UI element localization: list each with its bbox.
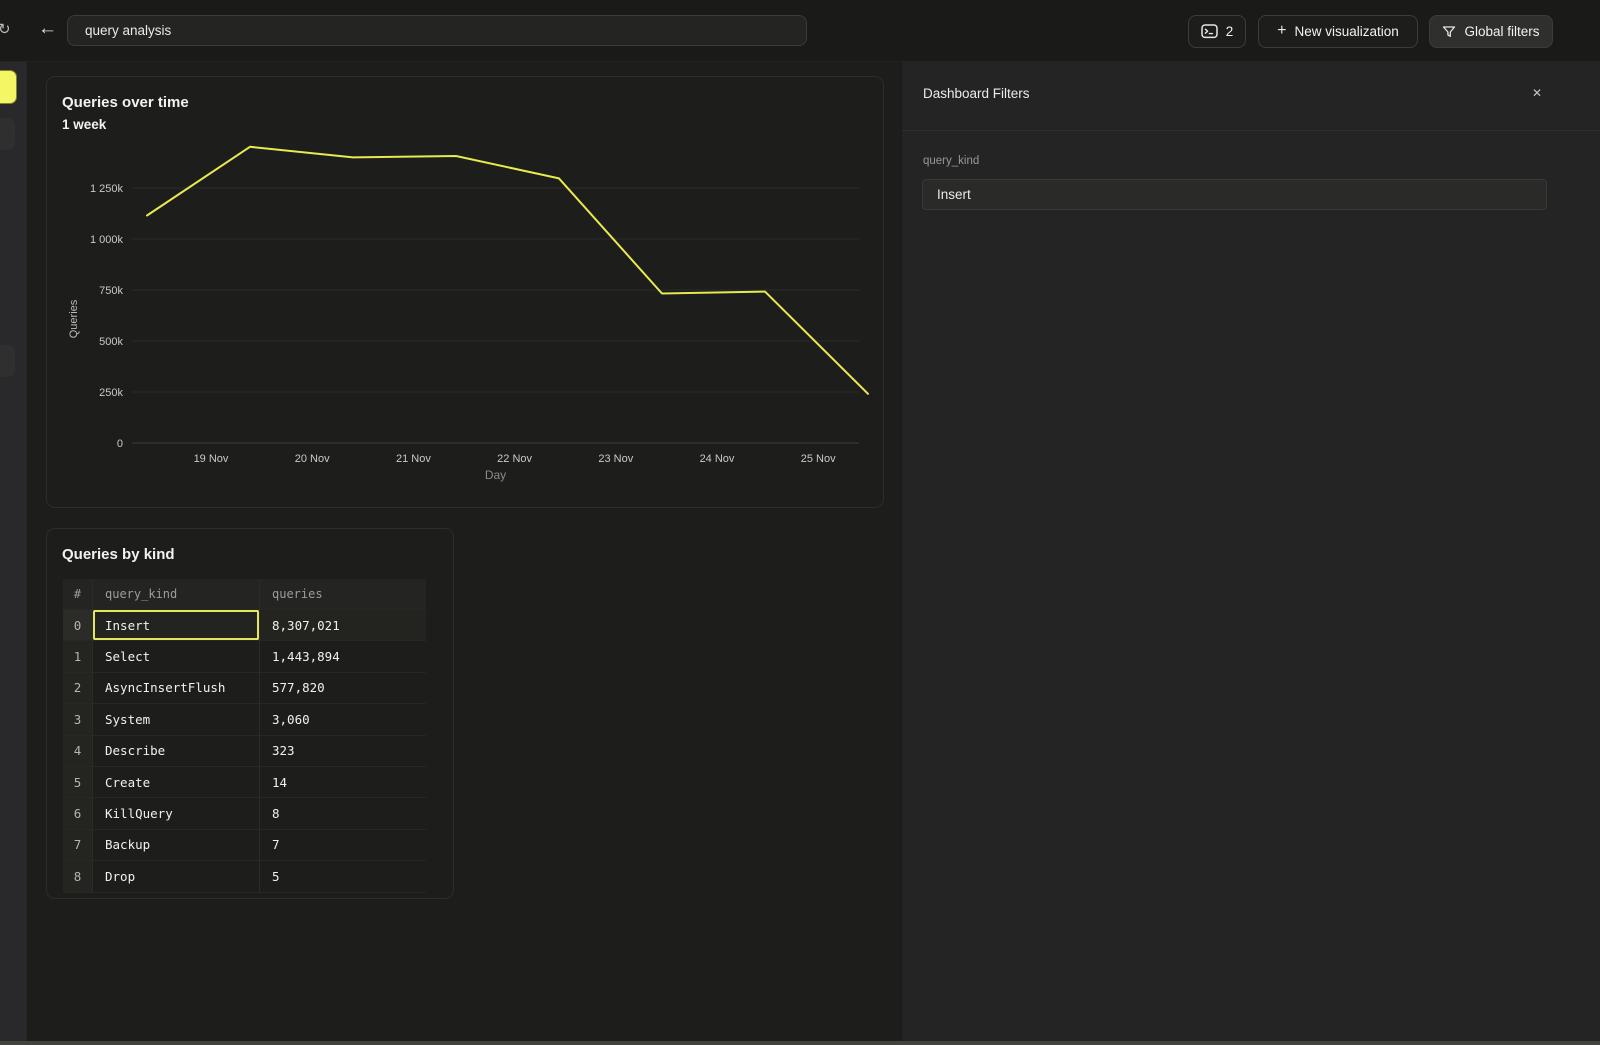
table-row[interactable]: 5Create14	[63, 767, 426, 798]
sidebar-item[interactable]	[0, 345, 15, 377]
dashboard-filters-panel: Dashboard Filters ✕ query_kind Insert	[901, 62, 1600, 1045]
filter-icon	[1442, 25, 1456, 39]
table-column-header: #	[63, 579, 93, 609]
query-kind-filter-select[interactable]: Insert	[922, 179, 1547, 210]
queries-count-cell: 8,307,021	[260, 610, 426, 640]
dashboard-canvas: Queries over time 1 week 0 250k 500k 750k 1 …	[28, 62, 901, 1045]
row-index-cell: 3	[63, 704, 93, 734]
queries-table-body: 0Insert8,307,0211Select1,443,8942AsyncIn…	[63, 610, 426, 893]
y-tick-label: 1 250k	[90, 183, 124, 195]
queries-count-cell: 323	[260, 736, 426, 766]
y-tick-label: 500k	[99, 336, 123, 348]
history-icon[interactable]: ↻	[0, 20, 11, 38]
row-index-cell: 2	[63, 673, 93, 703]
query-kind-cell[interactable]: Backup	[93, 830, 260, 860]
plus-icon: +	[1277, 22, 1286, 40]
queries-by-kind-card: Queries by kind #query_kindqueries 0Inse…	[46, 528, 454, 899]
dashboard-title-input[interactable]	[67, 15, 807, 46]
x-tick-label: 22 Nov	[497, 453, 532, 465]
y-tick-label: 750k	[99, 285, 123, 297]
top-bar: ↻ ← 2 + New visualization Global filters	[0, 0, 1600, 62]
queries-badge-button[interactable]: 2	[1188, 15, 1246, 48]
chart-title: Queries over time	[62, 94, 189, 111]
sidebar-item-active[interactable]	[0, 70, 17, 104]
query-kind-cell[interactable]: Describe	[93, 736, 260, 766]
row-index-cell: 7	[63, 830, 93, 860]
global-filters-button[interactable]: Global filters	[1429, 15, 1553, 48]
query-kind-filter-value: Insert	[937, 187, 971, 202]
y-axis-title: Queries	[68, 299, 80, 338]
x-tick-label: 25 Nov	[801, 453, 836, 465]
row-index-cell: 5	[63, 767, 93, 797]
y-tick-label: 0	[117, 438, 123, 450]
query-kind-cell[interactable]: Select	[93, 641, 260, 671]
query-kind-cell[interactable]: AsyncInsertFlush	[93, 673, 260, 703]
table-column-header: queries	[260, 579, 426, 609]
y-tick-label: 1 000k	[90, 234, 124, 246]
new-visualization-label: New visualization	[1295, 24, 1399, 39]
x-tick-label: 24 Nov	[700, 453, 735, 465]
chart-subtitle: 1 week	[62, 117, 106, 132]
table-title: Queries by kind	[62, 546, 175, 563]
x-tick-label: 19 Nov	[194, 453, 229, 465]
queries-count-cell: 3,060	[260, 704, 426, 734]
query-kind-cell[interactable]: System	[93, 704, 260, 734]
query-kind-cell[interactable]: Create	[93, 767, 260, 797]
table-column-header: query_kind	[93, 579, 260, 609]
row-index-cell: 4	[63, 736, 93, 766]
row-index-cell: 1	[63, 641, 93, 671]
table-row[interactable]: 0Insert8,307,021	[63, 610, 426, 641]
close-icon[interactable]: ✕	[1532, 86, 1542, 100]
table-row[interactable]: 8Drop5	[63, 861, 426, 892]
filters-panel-title: Dashboard Filters	[923, 86, 1030, 101]
queries-count-cell: 577,820	[260, 673, 426, 703]
queries-count-cell: 5	[260, 861, 426, 891]
queries-over-time-card: Queries over time 1 week 0 250k 500k 750k 1 …	[46, 76, 884, 508]
console-icon	[1201, 24, 1218, 39]
sidebar-item[interactable]	[0, 118, 15, 150]
row-index-cell: 8	[63, 861, 93, 891]
query-kind-cell[interactable]: Insert	[93, 610, 260, 640]
query-kind-cell[interactable]: Drop	[93, 861, 260, 891]
row-index-cell: 0	[63, 610, 93, 640]
x-tick-label: 21 Nov	[396, 453, 431, 465]
table-row[interactable]: 4Describe323	[63, 736, 426, 767]
queries-table: #query_kindqueries 0Insert8,307,0211Sele…	[63, 579, 426, 893]
queries-count-cell: 7	[260, 830, 426, 860]
queries-chart-svg: 0 250k 500k 750k 1 000k 1 250k 19 Nov 20 Nov 21 …	[47, 137, 883, 497]
series-line	[147, 147, 868, 394]
filter-field-label: query_kind	[923, 155, 979, 167]
queries-table-header: #query_kindqueries	[63, 579, 426, 610]
x-tick-label: 23 Nov	[598, 453, 633, 465]
queries-count-cell: 1,443,894	[260, 641, 426, 671]
table-row[interactable]: 1Select1,443,894	[63, 641, 426, 672]
filters-panel-header: Dashboard Filters ✕	[902, 62, 1600, 131]
queries-badge-count: 2	[1226, 24, 1234, 39]
bottom-edge-strip	[0, 1041, 1600, 1045]
back-arrow-icon[interactable]: ←	[38, 18, 57, 40]
global-filters-label: Global filters	[1464, 24, 1539, 39]
new-visualization-button[interactable]: + New visualization	[1258, 15, 1418, 48]
table-row[interactable]: 6KillQuery8	[63, 798, 426, 829]
table-row[interactable]: 7Backup7	[63, 830, 426, 861]
queries-count-cell: 14	[260, 767, 426, 797]
left-sidebar	[0, 62, 28, 1045]
x-axis-title: Day	[485, 468, 506, 482]
table-row[interactable]: 2AsyncInsertFlush577,820	[63, 673, 426, 704]
table-row[interactable]: 3System3,060	[63, 704, 426, 735]
x-tick-label: 20 Nov	[295, 453, 330, 465]
y-tick-label: 250k	[99, 387, 123, 399]
queries-count-cell: 8	[260, 798, 426, 828]
query-kind-cell[interactable]: KillQuery	[93, 798, 260, 828]
row-index-cell: 6	[63, 798, 93, 828]
